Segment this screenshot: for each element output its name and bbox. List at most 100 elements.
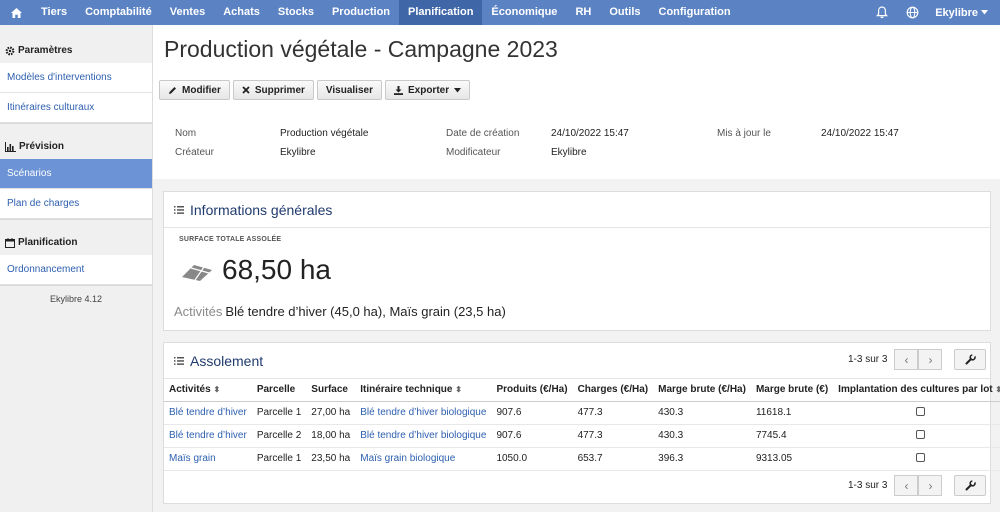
activity-link[interactable]: Maïs grain xyxy=(169,453,216,464)
sidebar-section-title: Paramètres xyxy=(0,38,152,63)
sort-icon: ⬍ xyxy=(213,385,221,395)
panel-title: Assolement xyxy=(190,352,264,369)
general-info-panel: Informations générales SURFACE TOTALE AS… xyxy=(163,191,991,331)
prev-page-button[interactable]: ‹ xyxy=(894,349,919,370)
modifier-value: Ekylibre xyxy=(551,147,587,158)
created-label: Date de création xyxy=(446,128,520,139)
nav-item-stocks[interactable]: Stocks xyxy=(269,0,323,25)
nav-item-production[interactable]: Production xyxy=(323,0,399,25)
surface-value: 68,50 ha xyxy=(222,254,331,285)
column-header-implantation[interactable]: Implantation des cultures par lot ⬍ xyxy=(833,379,1000,402)
user-menu[interactable]: Ekylibre xyxy=(927,7,1000,19)
top-navigation: Tiers Comptabilité Ventes Achats Stocks … xyxy=(0,0,1000,25)
nav-item-achats[interactable]: Achats xyxy=(214,0,269,25)
chevron-left-icon: ‹ xyxy=(904,478,909,493)
list-icon xyxy=(174,205,184,214)
table-cell: Parcelle 1 xyxy=(251,447,307,471)
gear-icon xyxy=(5,46,15,55)
prev-page-button[interactable]: ‹ xyxy=(894,475,919,496)
activity-link[interactable]: Blé tendre d’hiver xyxy=(169,407,247,418)
nav-item-configuration[interactable]: Configuration xyxy=(650,0,740,25)
sidebar-item-ordonnancement[interactable]: Ordonnancement xyxy=(0,255,152,285)
record-metadata: Nom Production végétale Créateur Ekylibr… xyxy=(153,117,1000,179)
table-cell: 477.3 xyxy=(572,401,654,425)
table-cell: 27,00 ha xyxy=(306,401,356,425)
itinerary-link[interactable]: Blé tendre d’hiver biologique xyxy=(360,407,486,418)
activity-link[interactable]: Blé tendre d’hiver xyxy=(169,430,247,441)
table-cell: 18,00 ha xyxy=(306,424,356,448)
column-header-activites[interactable]: Activités ⬍ xyxy=(164,379,252,402)
chevron-right-icon: › xyxy=(928,478,933,493)
table-header-row: Activités ⬍ Parcelle Surface Itinéraire … xyxy=(164,379,1000,402)
globe-icon[interactable] xyxy=(897,0,927,25)
table-cell: 7745.4 xyxy=(750,424,834,448)
export-button[interactable]: Exporter xyxy=(384,80,471,100)
column-header-produits: Produits (€/Ha) xyxy=(491,379,573,402)
page-title: Production végétale - Campagne 2023 xyxy=(164,36,558,62)
nav-item-planification[interactable]: Planification xyxy=(399,0,483,25)
sidebar-section-title: Prévision xyxy=(0,134,152,159)
table-cell: 430.3 xyxy=(653,401,751,425)
table-settings-button[interactable] xyxy=(954,475,987,496)
table-cell: 907.6 xyxy=(491,401,573,425)
sidebar-item-scenarios[interactable]: Scénarios xyxy=(0,159,152,189)
content-area: Informations générales SURFACE TOTALE AS… xyxy=(153,179,1000,512)
table-settings-button[interactable] xyxy=(954,349,987,370)
sidebar-section-prevision: Prévision Scénarios Plan de charges xyxy=(0,124,152,220)
table-cell: 1050.0 xyxy=(491,447,573,471)
activities-label: Activités xyxy=(174,304,223,319)
chevron-left-icon: ‹ xyxy=(904,352,909,367)
nav-item-rh[interactable]: RH xyxy=(566,0,600,25)
nav-item-comptabilite[interactable]: Comptabilité xyxy=(76,0,161,25)
close-icon xyxy=(242,86,250,94)
table-cell: 430.3 xyxy=(653,424,751,448)
caret-down-icon xyxy=(454,87,462,92)
itinerary-link[interactable]: Maïs grain biologique xyxy=(360,453,455,464)
nav-item-ventes[interactable]: Ventes xyxy=(161,0,214,25)
nav-item-economique[interactable]: Économique xyxy=(482,0,566,25)
sidebar-section-planification: Planification Ordonnancement xyxy=(0,220,152,286)
user-name: Ekylibre xyxy=(935,6,978,19)
column-header-itineraire[interactable]: Itinéraire technique ⬍ xyxy=(355,379,492,402)
column-header-parcelle: Parcelle xyxy=(251,379,307,402)
checkbox[interactable] xyxy=(915,452,925,462)
table-cell: 477.3 xyxy=(572,424,654,448)
nav-item-outils[interactable]: Outils xyxy=(600,0,649,25)
home-icon[interactable] xyxy=(0,0,32,25)
wrench-icon xyxy=(965,480,976,491)
pagination-top: 1-3 sur 3 ‹ › xyxy=(848,349,987,370)
sidebar: Paramètres Modèles d'interventions Itiné… xyxy=(0,25,153,512)
sort-icon: ⬍ xyxy=(455,385,462,395)
modify-button[interactable]: Modifier xyxy=(159,80,230,100)
name-label: Nom xyxy=(175,128,197,139)
checkbox[interactable] xyxy=(915,406,925,416)
nav-item-tiers[interactable]: Tiers xyxy=(32,0,76,25)
sidebar-item-plan-de-charges[interactable]: Plan de charges xyxy=(0,189,152,219)
panel-title: Informations générales xyxy=(190,201,333,218)
created-value: 24/10/2022 15:47 xyxy=(551,128,629,139)
pagination-bottom: 1-3 sur 3 ‹ › xyxy=(848,475,987,496)
checkbox[interactable] xyxy=(915,429,925,439)
creator-label: Créateur xyxy=(175,147,214,158)
main-content: Production végétale - Campagne 2023 Modi… xyxy=(153,25,1000,512)
pagination-count: 1-3 sur 3 xyxy=(848,480,888,491)
view-button[interactable]: Visualiser xyxy=(316,80,382,100)
column-header-surface: Surface xyxy=(306,379,356,402)
sidebar-section-parametres: Paramètres Modèles d'interventions Itiné… xyxy=(0,25,152,124)
wrench-icon xyxy=(965,354,976,365)
table-cell: Parcelle 2 xyxy=(251,424,307,448)
sidebar-item-itineraires-culturaux[interactable]: Itinéraires culturaux xyxy=(0,93,152,123)
bell-icon[interactable] xyxy=(867,0,897,25)
next-page-button[interactable]: › xyxy=(918,349,943,370)
sidebar-section-title: Planification xyxy=(0,230,152,255)
table-cell: 23,50 ha xyxy=(306,447,356,471)
itinerary-link[interactable]: Blé tendre d’hiver biologique xyxy=(360,430,486,441)
delete-button[interactable]: Supprimer xyxy=(232,80,314,100)
table-cell: 396.3 xyxy=(653,447,751,471)
sidebar-item-modeles-interventions[interactable]: Modèles d'interventions xyxy=(0,63,152,93)
updated-label: Mis à jour le xyxy=(717,128,771,139)
next-page-button[interactable]: › xyxy=(918,475,943,496)
activities-value: Blé tendre d’hiver (45,0 ha), Maïs grain… xyxy=(225,304,506,319)
creator-value: Ekylibre xyxy=(280,147,316,158)
assolement-table: Activités ⬍ Parcelle Surface Itinéraire … xyxy=(164,379,1000,471)
